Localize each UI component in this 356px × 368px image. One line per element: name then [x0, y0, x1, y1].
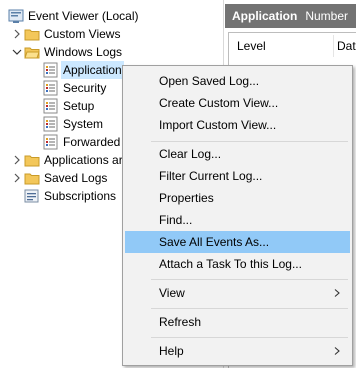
tree-item-forwarded[interactable]: Forwarded — [43, 133, 120, 151]
menu-separator — [151, 337, 348, 338]
tree-item-applications[interactable]: Applications ar — [14, 151, 123, 169]
folder-open-icon — [24, 47, 40, 59]
log-icon — [43, 62, 58, 78]
chevron-down-icon[interactable] — [12, 47, 22, 57]
menu-item-label: View — [159, 286, 185, 300]
menu-item-open-saved-log[interactable]: Open Saved Log... — [125, 70, 350, 92]
menu-separator — [151, 308, 348, 309]
column-header-level[interactable]: Level — [237, 33, 266, 59]
pane-event-count-label: Number — [305, 9, 349, 23]
menu-separator — [151, 141, 348, 142]
tree-item-saved-logs[interactable]: Saved Logs — [14, 169, 108, 187]
pane-header: Application Number — [225, 4, 356, 28]
menu-item-label: Help — [159, 344, 184, 358]
tree-item-setup[interactable]: Setup — [43, 97, 94, 115]
tree-item-label: Forwarded — [63, 135, 121, 149]
chevron-right-icon[interactable] — [12, 155, 22, 165]
menu-item-attach-task[interactable]: Attach a Task To this Log... — [125, 253, 350, 275]
log-icon — [43, 80, 58, 96]
log-icon — [43, 116, 58, 132]
context-menu: Open Saved Log... Create Custom View... … — [122, 65, 353, 366]
folder-icon — [24, 29, 40, 41]
tree-item-label: Security — [63, 81, 107, 95]
tree-item-label: Setup — [63, 99, 95, 113]
event-viewer-icon — [8, 9, 24, 23]
log-icon — [43, 98, 58, 114]
menu-item-clear-log[interactable]: Clear Log... — [125, 143, 350, 165]
menu-item-save-all-events-as[interactable]: Save All Events As... — [125, 231, 350, 253]
tree-item-label: System — [63, 117, 104, 131]
tree-item-label: Applications ar — [44, 153, 123, 167]
submenu-arrow-icon — [334, 347, 340, 355]
tree-item-label: Custom Views — [44, 27, 121, 41]
tree-item-label: Event Viewer (Local) — [28, 9, 139, 23]
menu-item-create-custom-view[interactable]: Create Custom View... — [125, 92, 350, 114]
menu-item-filter-current-log[interactable]: Filter Current Log... — [125, 165, 350, 187]
folder-icon — [24, 173, 40, 185]
tree-item-subscriptions[interactable]: Subscriptions — [24, 187, 116, 205]
tree-item-label: Subscriptions — [44, 189, 117, 203]
menu-item-help[interactable]: Help — [125, 340, 350, 362]
pane-title: Application — [232, 9, 298, 23]
tree-item-system[interactable]: System — [43, 115, 103, 133]
log-icon — [43, 134, 58, 150]
menu-item-properties[interactable]: Properties — [125, 187, 350, 209]
tree-item-windows-logs[interactable]: Windows Logs — [12, 43, 123, 61]
submenu-arrow-icon — [334, 289, 340, 297]
tree-item-security[interactable]: Security — [43, 79, 106, 97]
menu-item-import-custom-view[interactable]: Import Custom View... — [125, 114, 350, 136]
menu-item-find[interactable]: Find... — [125, 209, 350, 231]
menu-item-view[interactable]: View — [125, 282, 350, 304]
tree-item-application[interactable]: Application — [43, 61, 124, 79]
tree-item-custom-views[interactable]: Custom Views — [14, 25, 121, 43]
tree-item-label: Windows Logs — [44, 45, 123, 59]
chevron-right-icon[interactable] — [12, 29, 22, 39]
chevron-right-icon[interactable] — [12, 173, 22, 183]
folder-icon — [24, 155, 40, 167]
menu-item-refresh[interactable]: Refresh — [125, 311, 350, 333]
tree-item-label: Saved Logs — [44, 171, 108, 185]
menu-separator — [151, 279, 348, 280]
subscriptions-icon — [24, 189, 39, 203]
tree-item-event-viewer-local[interactable]: Event Viewer (Local) — [8, 7, 139, 25]
tree-item-label: Application — [61, 61, 124, 79]
column-header-date[interactable]: Date — [337, 33, 356, 59]
column-divider[interactable] — [333, 35, 334, 57]
